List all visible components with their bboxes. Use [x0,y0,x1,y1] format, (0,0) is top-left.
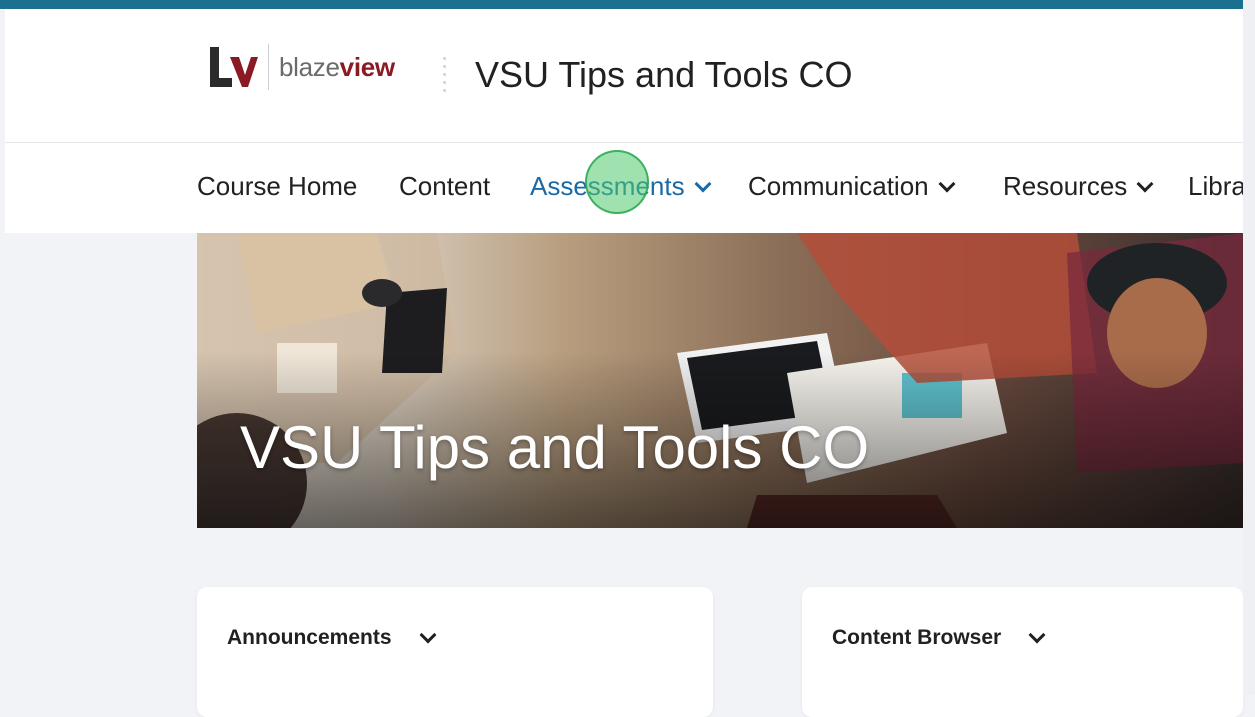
logo-wordmark: blazeview [279,51,395,82]
page-right-edge [1243,0,1255,695]
nav-label: Communication [748,171,929,201]
logo-divider [268,44,269,90]
course-title[interactable]: VSU Tips and Tools CO [475,54,853,96]
nav-label: Content [399,171,491,201]
banner-shade [197,233,1243,528]
nav-course-home[interactable]: Course Home [197,171,357,202]
nav-communication[interactable]: Communication [748,171,956,202]
content-browser-header[interactable]: Content Browser [832,626,1046,650]
blazeview-logo[interactable]: blazeview [208,44,395,90]
banner-title: VSU Tips and Tools CO [240,414,870,481]
click-indicator [585,150,649,214]
top-accent-bar [0,0,1243,9]
nav-library[interactable]: Libra [1188,171,1243,202]
nav-label: Resources [1003,171,1128,201]
course-header: blazeview VSU Tips and Tools CO [5,9,1243,143]
separator-dots [441,57,447,97]
chevron-down-icon[interactable] [1028,626,1046,644]
chevron-down-icon [938,175,956,192]
content-browser-title: Content Browser [832,626,1002,649]
chevron-down-icon[interactable] [419,626,437,644]
nav-label: Libra [1188,171,1243,201]
content-browser-card: Content Browser [802,587,1243,717]
announcements-card: Announcements [197,587,713,717]
announcements-title: Announcements [227,626,392,649]
chevron-down-icon [1136,175,1154,192]
nav-content[interactable]: Content [399,171,490,202]
course-banner: VSU Tips and Tools CO [197,233,1243,528]
nav-resources[interactable]: Resources [1003,171,1154,202]
blazeview-logo-mark [210,47,258,87]
chevron-down-icon [694,175,712,192]
announcements-header[interactable]: Announcements [227,626,437,650]
nav-label: Course Home [197,171,358,201]
